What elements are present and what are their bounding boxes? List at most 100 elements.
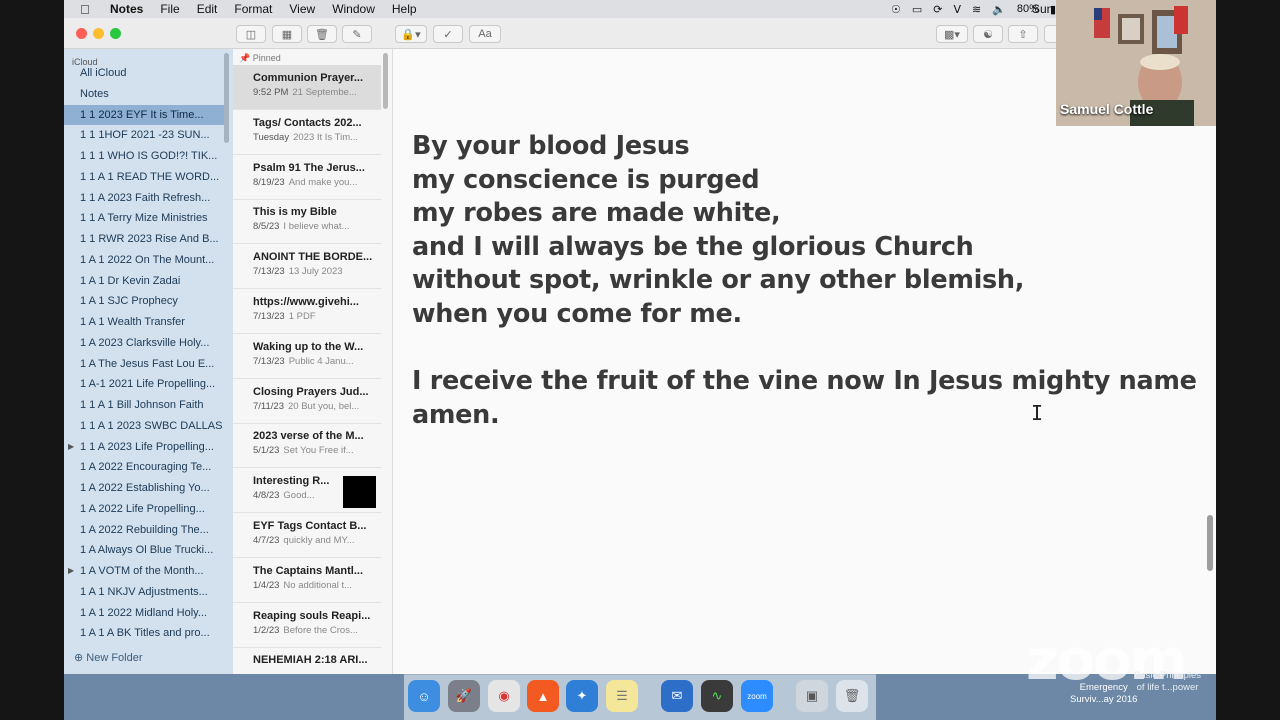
menu-help[interactable]: Help <box>392 2 417 16</box>
sidebar-folder-item[interactable]: 1 A 2022 Rebuilding The... <box>64 520 226 540</box>
sidebar-folder-item[interactable]: 1 A 1 SJC Prophecy <box>64 291 226 311</box>
editor-scrollbar[interactable] <box>1207 515 1213 571</box>
zoom-window-button[interactable] <box>110 28 121 39</box>
sidebar-folder-item[interactable]: 1 1 A Terry Mize Ministries <box>64 208 226 228</box>
sidebar-item-label: 1 A 2022 Rebuilding The... <box>80 523 209 536</box>
checklist-icon[interactable]: ✓ <box>433 25 463 43</box>
sidebar-scrollbar[interactable] <box>224 53 229 143</box>
share-icon[interactable]: ⇧ <box>1008 25 1038 43</box>
menu-window[interactable]: Window <box>332 2 375 16</box>
note-list-item[interactable]: https://www.givehi... 7/13/23 1 PDF <box>233 289 381 334</box>
minimize-window-button[interactable] <box>93 28 104 39</box>
mail-icon[interactable]: ✉ <box>661 680 693 712</box>
launchpad-icon[interactable]: 🚀 <box>448 680 480 712</box>
lock-note-icon[interactable]: 🔒▾ <box>395 25 427 43</box>
wifi-icon[interactable]: ≋ <box>972 3 981 16</box>
airplay-icon[interactable]: ▭ <box>912 3 922 16</box>
disclosure-arrow-icon[interactable]: ▶ <box>68 437 74 457</box>
note-list-item[interactable]: NEHEMIAH 2:18 ARI... <box>233 647 381 674</box>
note-list-item[interactable]: Waking up to the W... 7/13/23 Public 4 Jan… <box>233 334 381 379</box>
trash-icon[interactable]: 🗑 <box>836 680 868 712</box>
sidebar-folder-item[interactable]: ▶ 1 1 A 2023 Life Propelling... <box>64 437 226 457</box>
note-list-item[interactable]: Reaping souls Reapi... 1/2/23 Before the C… <box>233 603 381 648</box>
menu-clock[interactable]: Sun <box>1032 2 1053 16</box>
sidebar-folder-item[interactable]: 1 1 A 2023 Faith Refresh... <box>64 188 226 208</box>
note-list-item[interactable]: Psalm 91 The Jerus... 8/19/23 And make you… <box>233 155 381 200</box>
sidebar-folder-item[interactable]: 1 A Always Ol Blue Trucki... <box>64 540 226 560</box>
sidebar-folder-item[interactable]: 1 A 1 2022 Midland Holy... <box>64 603 226 623</box>
sidebar-folder-item[interactable]: 1 A 2022 Encouraging Te... <box>64 457 226 477</box>
sidebar-item-label: 1 A 2022 Establishing Yo... <box>80 482 210 494</box>
share-collaborate-icon[interactable]: ☯ <box>973 25 1003 43</box>
volume-icon[interactable]: 🔈 <box>992 3 1006 16</box>
sidebar-folder-item[interactable]: 1 A 1 Wealth Transfer <box>64 312 226 332</box>
note-snippet: 13 July 2023 <box>288 266 343 278</box>
safari-like-icon[interactable]: ✦ <box>566 680 598 712</box>
attachments-icon[interactable]: ▩▾ <box>936 25 968 43</box>
menu-format[interactable]: Format <box>234 2 272 16</box>
sidebar-folder-item[interactable]: 1 A 2022 Establishing Yo... <box>64 478 226 498</box>
sidebar-folder-item[interactable]: 1 A The Jesus Fast Lou E... <box>64 354 226 374</box>
note-editor[interactable]: By your blood Jesus my conscience is pur… <box>393 49 1216 674</box>
close-window-button[interactable] <box>76 28 87 39</box>
sidebar-folder-item[interactable]: 1 1 A 1 2023 SWBC DALLAS <box>64 416 226 436</box>
format-button[interactable]: Aa <box>469 25 501 43</box>
note-list-item[interactable]: EYF Tags Contact B... 4/7/23 quickly and M… <box>233 513 381 558</box>
delete-note-icon[interactable]: 🗑 <box>307 25 337 43</box>
sidebar-folder-item[interactable]: ▶ 1 A VOTM of the Month... <box>64 561 226 581</box>
note-date: 9:52 PM <box>253 87 289 98</box>
note-list-item[interactable]: Interesting R... 4/8/23 Good... <box>233 468 381 514</box>
menu-file[interactable]: File <box>160 2 179 16</box>
time-machine-icon[interactable]: ⟳ <box>933 3 942 16</box>
note-meta: 9:52 PM 21 Septembe... <box>253 87 379 98</box>
desktop-item-label-2[interactable]: Basic Principles of life t...power <box>1134 670 1201 694</box>
zoom-icon[interactable]: zoom <box>741 680 773 712</box>
apple-menu-icon[interactable]:  <box>80 2 96 17</box>
finder-icon[interactable]: ☺ <box>408 680 440 712</box>
sidebar-folder-item[interactable]: 1 A 1 A BK Titles and pro... <box>64 623 226 643</box>
sidebar-item-all-icloud[interactable]: All iCloud <box>64 63 226 83</box>
participant-video[interactable]: Samuel Cottle <box>1056 0 1216 126</box>
note-list-item[interactable]: This is my Bible 8/5/23 I believe what... <box>233 199 381 245</box>
sidebar-folder-item[interactable]: 1 A 1 Dr Kevin Zadai <box>64 271 226 291</box>
preview-icon[interactable]: ▣ <box>796 680 828 712</box>
accessibility-icon[interactable]: ☉ <box>891 3 901 16</box>
sidebar-folder-item[interactable]: 1 1 1HOF 2021 -23 SUN... <box>64 125 226 145</box>
sidebar-folder-item[interactable]: 1 A-1 2021 Life Propelling... <box>64 374 226 394</box>
sidebar-folder-item[interactable]: 1 1 A 1 Bill Johnson Faith <box>64 395 226 415</box>
sidebar-item-notes[interactable]: Notes <box>64 84 226 104</box>
note-list-item[interactable]: Closing Prayers Jud... 7/11/23 20 But you,… <box>233 379 381 424</box>
sidebar-folder-item[interactable]: 1 A 1 NKJV Adjustments... <box>64 582 226 602</box>
notes-icon[interactable]: ☰ <box>606 680 638 712</box>
note-meta: 8/5/23 I believe what... <box>253 221 379 232</box>
note-list-item[interactable]: The Captains Mantl... 1/4/23 No additional… <box>233 558 381 603</box>
sidebar-folder-item[interactable]: 1 A 1 2022 On The Mount... <box>64 250 226 270</box>
sidebar-folder-item[interactable]: 1 A 2023 Clarksville Holy... <box>64 333 226 353</box>
sidebar-folder-item[interactable]: 1 1 2023 EYF It is Time... <box>64 104 226 125</box>
sidebar-folder-item[interactable]: 1 1 1 WHO IS GOD!?! TIK... <box>64 146 226 166</box>
menu-app-name[interactable]: Notes <box>110 2 143 16</box>
note-title: Reaping souls Reapi... <box>253 609 371 622</box>
note-list-item[interactable]: Tags/ Contacts 202... Tuesday 2023 It Is T… <box>233 110 381 155</box>
note-body-text[interactable]: By your blood Jesus my conscience is pur… <box>412 130 1197 432</box>
menu-edit[interactable]: Edit <box>197 2 218 16</box>
sidebar-toggle-icon[interactable]: ◫ <box>236 25 266 43</box>
notes-list-scrollbar[interactable] <box>383 53 388 109</box>
disclosure-arrow-icon[interactable]: ▶ <box>68 561 74 581</box>
note-list-item[interactable]: Communion Prayer... 9:52 PM 21 Septembe... <box>233 65 381 110</box>
new-folder-button[interactable]: ⊕ New Folder <box>74 651 143 664</box>
sidebar-folder-item[interactable]: 1 A 2022 Life Propelling... <box>64 499 226 519</box>
compose-note-icon[interactable]: ✎ <box>342 25 372 43</box>
activity-monitor-icon[interactable]: ∿ <box>701 680 733 712</box>
note-list-item[interactable]: ANOINT THE BORDE... 7/13/23 13 July 2023 <box>233 244 381 290</box>
bluetooth-icon[interactable]: ᐯ <box>953 3 961 16</box>
desktop-item-label-1[interactable]: Emergency Surviv...ay 2016 <box>1070 682 1137 706</box>
menu-view[interactable]: View <box>289 2 315 16</box>
sidebar-item-label: 1 1 A 1 Bill Johnson Faith <box>80 399 204 411</box>
note-list-item[interactable]: 2023 verse of the M... 5/1/23 Set You Free… <box>233 423 381 469</box>
gallery-view-icon[interactable]: ▦ <box>272 25 302 43</box>
sidebar-folder-item[interactable]: 1 1 RWR 2023 Rise And B... <box>64 229 226 249</box>
chrome-icon[interactable]: ◉ <box>488 680 520 712</box>
brave-icon[interactable]: ▲ <box>527 680 559 712</box>
sidebar-folder-item[interactable]: 1 1 A 1 READ THE WORD... <box>64 167 226 187</box>
